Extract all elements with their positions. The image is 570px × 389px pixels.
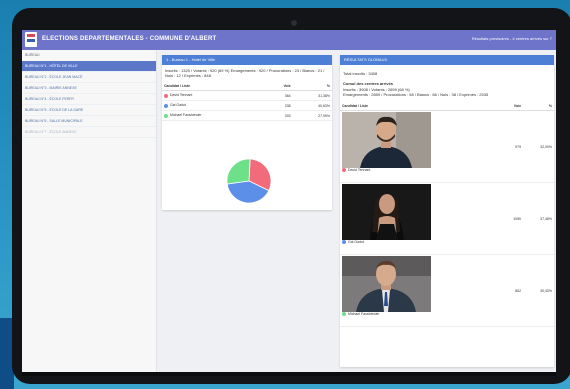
candidate-name: Gal Gadot <box>348 240 364 244</box>
col-votes: Voix <box>500 101 524 111</box>
top-bar: ELECTIONS DEPARTEMENTALES - COMMUNE D'AL… <box>22 30 556 50</box>
candidate-photo <box>342 184 431 240</box>
sidebar-list: BUREAU N°1 - HÔTEL DE VILLE BUREAU N°2 - … <box>22 61 156 138</box>
table-header-row: Candidat / Liste Voix % <box>340 101 554 111</box>
sidebar-item-bureau-7[interactable]: BUREAU N°7 - ÉCOLE ANNEXE <box>22 127 156 138</box>
col-pct: % <box>523 101 554 111</box>
global-results-table: Candidat / Liste Voix % David Tennant 979… <box>340 101 554 327</box>
pct-cell: 40,63% <box>292 100 332 111</box>
global-line-2: Emargements : 2659 / Procurations : 58 /… <box>343 92 489 97</box>
table-row: David Tennant 979 32,09% <box>340 110 554 183</box>
camera-icon <box>291 20 297 26</box>
global-results-card: RÉSULTATS GLOBAUX Total inscrits : 3408 … <box>340 55 554 367</box>
votes-cell: 979 <box>500 110 524 183</box>
table-row: Michael Fassbender 303 27,99% <box>162 110 332 121</box>
candidate-photo <box>342 112 431 168</box>
legend-dot-icon <box>342 240 346 245</box>
legend-dot-icon <box>164 93 168 98</box>
app-screen: ELECTIONS DEPARTEMENTALES - COMMUNE D'AL… <box>22 30 556 372</box>
bureau-card: 1 - Bureau 1 - Hotel de Ville Inscrits :… <box>162 55 332 210</box>
votes-cell: 862 <box>500 254 524 327</box>
candidate-name: Michael Fassbender <box>170 113 202 118</box>
sidebar-item-bureau-3[interactable]: BUREAU N°3 - MAIRIE ANNEXE <box>22 83 156 94</box>
pct-cell: 37,48% <box>523 182 554 255</box>
sidebar-item-bureau-1[interactable]: BUREAU N°1 - HÔTEL DE VILLE <box>22 61 156 72</box>
sidebar-item-bureau-5[interactable]: BUREAU N°5 - ÉCOLE DE LA GARE <box>22 105 156 116</box>
pct-cell: 31,38% <box>292 90 332 101</box>
laptop-bezel-bottom <box>22 372 556 376</box>
sidebar-item-bureau-4[interactable]: BUREAU N°4 - ÉCOLE FERRY <box>22 94 156 105</box>
candidate-cell: Michael Fassbender <box>162 110 265 121</box>
candidate-cell: Michael Fassbender <box>340 254 500 327</box>
candidate-name: Michael Fassbender <box>348 312 380 316</box>
bureau-results-table: Candidat / Liste Voix % David Tennant 364… <box>162 81 332 121</box>
candidate-cell: David Tennant <box>162 90 265 101</box>
candidate-name: Gal Gadot <box>170 103 186 108</box>
candidate-cell: Gal Gadot <box>340 182 500 255</box>
legend-dot-icon <box>164 103 168 108</box>
votes-cell: 1059 <box>500 182 524 255</box>
table-row: Michael Fassbender 862 30,43% <box>340 254 554 327</box>
results-pie-chart <box>226 158 272 204</box>
sidebar-item-bureau-2[interactable]: BUREAU N°2 - ÉCOLE JEAN MACÉ <box>22 72 156 83</box>
col-candidate: Candidat / Liste <box>162 81 265 91</box>
candidate-cell: David Tennant <box>340 110 500 183</box>
col-pct: % <box>292 81 332 91</box>
bureau-info: Inscrits : 1325 / Votants : 920 (69 %) E… <box>165 68 325 78</box>
global-subtitle: Cumul des centres arrivés <box>343 81 394 86</box>
flag-logo-icon <box>25 32 37 47</box>
legend-dot-icon <box>342 168 346 173</box>
sidebar: BUREAU BUREAU N°1 - HÔTEL DE VILLE BUREAU… <box>22 50 157 372</box>
table-header-row: Candidat / Liste Voix % <box>162 81 332 91</box>
global-card-title: RÉSULTATS GLOBAUX <box>340 55 554 65</box>
legend-dot-icon <box>342 312 346 317</box>
sidebar-item-bureau-6[interactable]: BUREAU N°6 - SALLE MUNICIPALE <box>22 116 156 127</box>
sidebar-heading: BUREAU <box>25 53 40 57</box>
candidate-name: David Tennant <box>348 168 371 172</box>
col-votes: Voix <box>264 81 293 91</box>
votes-cell: 303 <box>264 110 293 121</box>
votes-cell: 338 <box>264 100 293 111</box>
pct-cell: 27,99% <box>292 110 332 121</box>
votes-cell: 364 <box>264 90 293 101</box>
results-status-link[interactable]: Résultats provisoires - 4 centres arrivé… <box>472 36 552 41</box>
global-total: Total inscrits : 3408 <box>343 71 378 76</box>
table-row: Gal Gadot 338 40,63% <box>162 100 332 111</box>
pct-cell: 32,09% <box>523 110 554 183</box>
candidate-cell: Gal Gadot <box>162 100 265 111</box>
legend-dot-icon <box>164 113 168 118</box>
app-title: ELECTIONS DEPARTEMENTALES - COMMUNE D'AL… <box>42 36 217 42</box>
pie-slice-michael-fassbender <box>226 158 251 185</box>
table-row: David Tennant 364 31,38% <box>162 90 332 101</box>
col-candidate: Candidat / Liste <box>340 101 500 111</box>
pct-cell: 30,43% <box>523 254 554 327</box>
candidate-name: David Tennant <box>170 93 193 98</box>
table-row: Gal Gadot 1059 37,48% <box>340 182 554 255</box>
candidate-photo <box>342 256 431 312</box>
bureau-card-title: 1 - Bureau 1 - Hotel de Ville <box>162 55 332 65</box>
